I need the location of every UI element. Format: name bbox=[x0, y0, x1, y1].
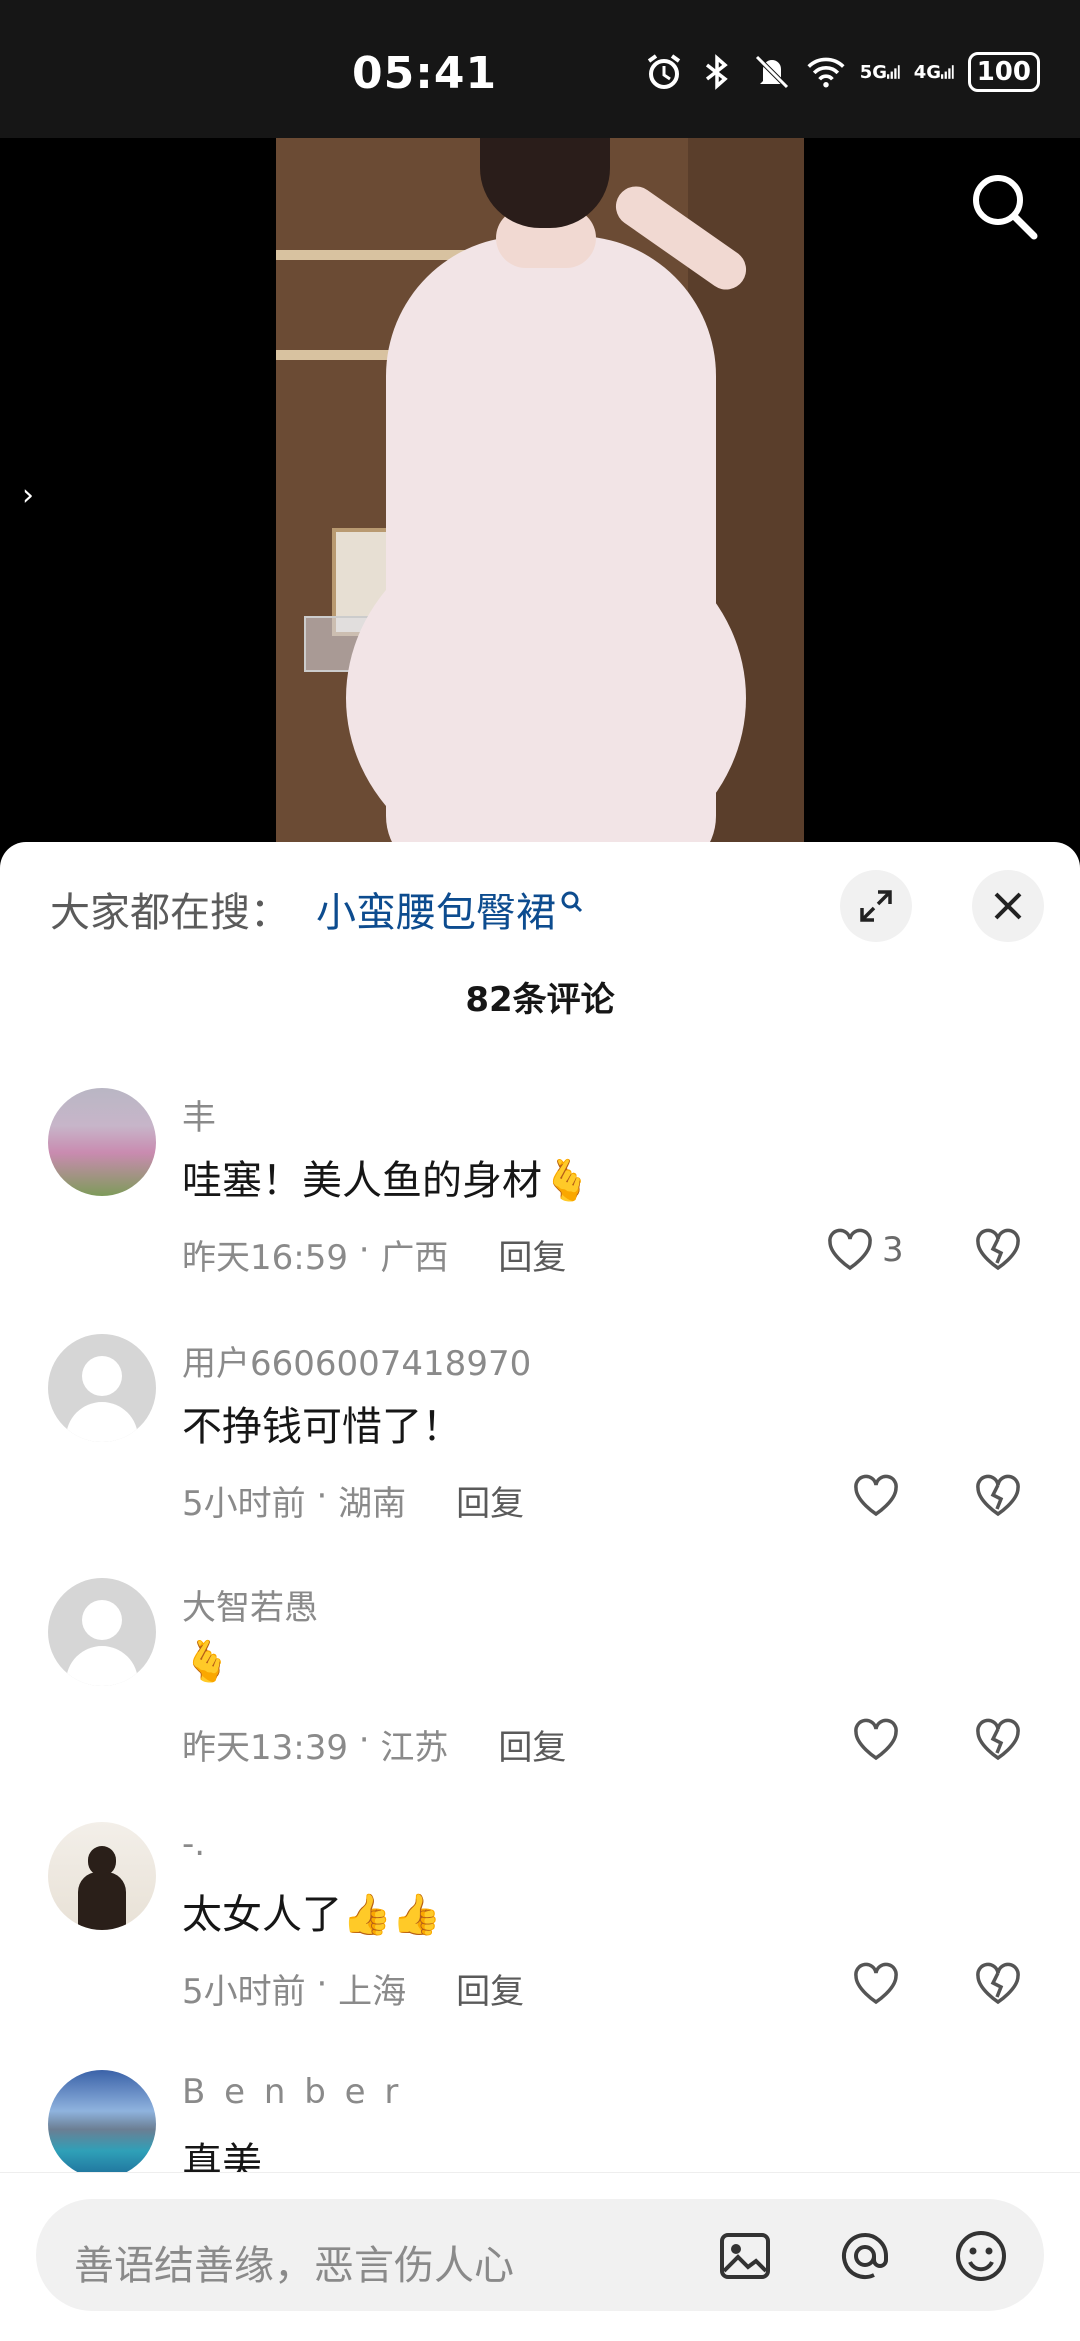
broken-heart-icon bbox=[976, 1718, 1020, 1761]
broken-heart-icon bbox=[976, 1228, 1020, 1271]
comment-input-bar: 善语结善缘，恶言伤人心 bbox=[0, 2172, 1080, 2341]
broken-heart-icon bbox=[976, 1474, 1020, 1517]
comment-text: 不挣钱可惜了！ bbox=[182, 1404, 462, 1450]
signal-4g-icon: 4G bbox=[914, 52, 954, 92]
battery-indicator: 100 bbox=[967, 52, 1040, 92]
chevron-right-icon[interactable]: › bbox=[22, 478, 34, 513]
like-button[interactable] bbox=[852, 1962, 900, 2006]
heart-icon bbox=[854, 1474, 898, 1517]
reply-button[interactable]: 回复 bbox=[456, 1964, 524, 2013]
dislike-button[interactable] bbox=[974, 1962, 1022, 2010]
comment-location: 广西 bbox=[380, 1238, 449, 1278]
emoji-icon[interactable] bbox=[952, 2227, 1010, 2285]
dislike-button[interactable] bbox=[974, 1228, 1022, 1276]
status-time: 05:41 bbox=[352, 48, 498, 99]
comment-time: 昨天13:39 bbox=[182, 1728, 348, 1768]
comment-time: 5小时前 bbox=[182, 1484, 306, 1524]
close-button[interactable] bbox=[972, 870, 1044, 942]
reply-button[interactable]: 回复 bbox=[498, 1230, 566, 1279]
close-icon bbox=[994, 892, 1022, 920]
video-frame bbox=[276, 138, 804, 860]
search-small-icon bbox=[561, 891, 583, 913]
comment-meta: 昨天16:59 · 广西 回复 bbox=[182, 1230, 567, 1279]
comments-sheet: 大家都在搜： 小蛮腰包臀裙 82条评论 丰 哇塞！美人鱼的身材🫰 昨天16:59… bbox=[0, 842, 1080, 2340]
hot-search-bar[interactable]: 大家都在搜： 小蛮腰包臀裙 bbox=[50, 880, 584, 938]
comment-username[interactable]: 丰 bbox=[182, 1090, 216, 1139]
comment-location: 江苏 bbox=[380, 1728, 449, 1768]
search-icon[interactable] bbox=[968, 170, 1040, 242]
expand-icon bbox=[860, 890, 892, 922]
bluetooth-icon bbox=[698, 52, 738, 92]
video-player[interactable]: › bbox=[0, 138, 1080, 860]
avatar[interactable] bbox=[48, 1088, 156, 1196]
mention-icon[interactable] bbox=[836, 2227, 894, 2285]
like-count: 3 bbox=[882, 1230, 904, 1270]
comment-item: -. 太女人了👍👍 5小时前 · 上海 回复 bbox=[0, 1822, 1080, 2062]
like-button[interactable] bbox=[852, 1474, 900, 1518]
wifi-icon bbox=[806, 52, 846, 92]
comment-meta: 昨天13:39 · 江苏 回复 bbox=[182, 1720, 567, 1769]
comment-input-placeholder: 善语结善缘，恶言伤人心 bbox=[74, 2243, 514, 2289]
heart-icon bbox=[828, 1228, 872, 1271]
comment-username[interactable]: 用户6606007418970 bbox=[182, 1336, 531, 1385]
like-button[interactable]: 3 bbox=[826, 1228, 904, 1272]
broken-heart-icon bbox=[976, 1962, 1020, 2005]
avatar[interactable] bbox=[48, 1822, 156, 1930]
comment-time: 昨天16:59 bbox=[182, 1238, 348, 1278]
image-icon[interactable] bbox=[716, 2227, 774, 2285]
like-button[interactable] bbox=[852, 1718, 900, 1762]
comment-username[interactable]: 大智若愚 bbox=[182, 1580, 318, 1629]
comment-meta: 5小时前 · 上海 回复 bbox=[182, 1964, 525, 2013]
status-bar: 05:41 5G 4G 100 bbox=[0, 0, 1080, 138]
comment-text: 🫰 bbox=[182, 1638, 232, 1685]
expand-button[interactable] bbox=[840, 870, 912, 942]
heart-icon bbox=[854, 1718, 898, 1761]
comment-text: 太女人了👍👍 bbox=[182, 1892, 442, 1938]
heart-icon bbox=[854, 1962, 898, 2005]
finger-heart-emoji: 🫰 bbox=[182, 1639, 232, 1685]
mute-icon bbox=[752, 52, 792, 92]
comment-location: 上海 bbox=[338, 1972, 407, 2012]
comment-text: 真美 bbox=[182, 2140, 262, 2172]
finger-heart-emoji: 🫰 bbox=[542, 1158, 592, 1204]
comment-username[interactable]: B e n b e r bbox=[182, 2072, 402, 2112]
comment-input[interactable]: 善语结善缘，恶言伤人心 bbox=[36, 2199, 1044, 2311]
reply-button[interactable]: 回复 bbox=[456, 1476, 524, 1525]
alarm-icon bbox=[644, 52, 684, 92]
avatar[interactable] bbox=[48, 1334, 156, 1442]
comment-time: 5小时前 bbox=[182, 1972, 306, 2012]
avatar[interactable] bbox=[48, 2070, 156, 2172]
hot-search-prefix: 大家都在搜： bbox=[50, 890, 290, 936]
comment-meta: 5小时前 · 湖南 回复 bbox=[182, 1476, 525, 1525]
comment-item: 用户6606007418970 不挣钱可惜了！ 5小时前 · 湖南 回复 bbox=[0, 1334, 1080, 1574]
dislike-button[interactable] bbox=[974, 1718, 1022, 1766]
dislike-button[interactable] bbox=[974, 1474, 1022, 1522]
comment-count: 82条评论 bbox=[465, 980, 615, 1020]
reply-button[interactable]: 回复 bbox=[498, 1720, 566, 1769]
comment-item: 丰 哇塞！美人鱼的身材🫰 昨天16:59 · 广西 回复 3 bbox=[0, 1088, 1080, 1328]
hot-search-term[interactable]: 小蛮腰包臀裙 bbox=[316, 880, 556, 938]
comment-text: 哇塞！美人鱼的身材🫰 bbox=[182, 1158, 592, 1204]
comment-username[interactable]: -. bbox=[182, 1824, 205, 1864]
status-icons: 5G 4G 100 bbox=[644, 52, 1040, 92]
avatar[interactable] bbox=[48, 1578, 156, 1686]
comment-item: B e n b e r 真美 bbox=[0, 2070, 1080, 2172]
comment-location: 湖南 bbox=[338, 1484, 407, 1524]
thumbs-up-emoji: 👍👍 bbox=[342, 1892, 442, 1938]
comment-item: 大智若愚 🫰 昨天13:39 · 江苏 回复 bbox=[0, 1578, 1080, 1818]
signal-5g-icon: 5G bbox=[860, 52, 900, 92]
